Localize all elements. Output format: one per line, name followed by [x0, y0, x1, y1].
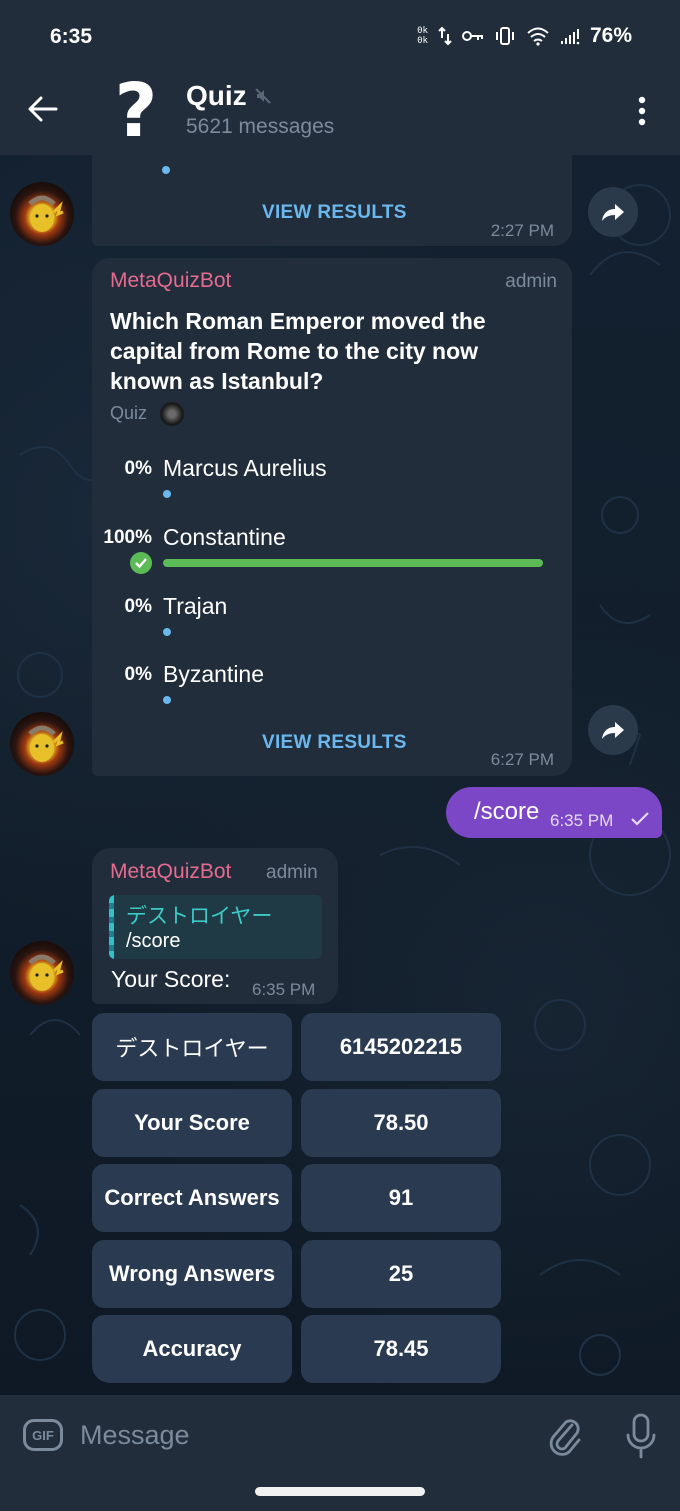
- sender-name[interactable]: MetaQuizBot: [110, 860, 231, 884]
- option-percent: 100%: [103, 527, 152, 548]
- keyboard-button[interactable]: Your Score: [92, 1088, 292, 1157]
- outgoing-message[interactable]: /score 6:35 PM: [446, 787, 662, 838]
- more-options-icon[interactable]: [634, 96, 650, 126]
- message-text: Your Score:: [111, 966, 231, 992]
- bot-avatar[interactable]: [10, 182, 74, 246]
- forward-icon: [602, 204, 624, 221]
- poll-type-label: Quiz: [110, 403, 148, 423]
- keyboard-button[interactable]: 78.45: [301, 1315, 501, 1383]
- bot-avatar[interactable]: [10, 712, 74, 776]
- signal-icon: [560, 29, 580, 45]
- pikachu-icon: [28, 954, 64, 991]
- pikachu-icon: [28, 725, 64, 762]
- message-text: /score: [474, 798, 540, 825]
- chat-avatar[interactable]: ?: [108, 74, 164, 148]
- vote-bar-empty: [162, 166, 170, 174]
- sender-name[interactable]: MetaQuizBot: [110, 269, 231, 293]
- admin-badge: admin: [266, 862, 318, 883]
- sent-check-icon: [631, 812, 649, 826]
- pikachu-icon: [28, 195, 64, 232]
- vote-bar: [163, 559, 543, 567]
- keyboard-button[interactable]: 25: [301, 1239, 501, 1308]
- chat-title: Quiz: [186, 80, 247, 111]
- message-input[interactable]: [80, 1415, 520, 1455]
- reply-quote[interactable]: デストロイヤー /score: [109, 895, 322, 959]
- message-count: 5621 messages: [186, 115, 335, 138]
- keyboard-button[interactable]: Correct Answers: [92, 1164, 292, 1232]
- bot-avatar[interactable]: [10, 941, 74, 1005]
- vibrate-icon: [495, 27, 514, 45]
- forward-button[interactable]: [588, 187, 638, 237]
- attach-icon[interactable]: [548, 1415, 584, 1457]
- status-icons: 0k 0k 76%: [417, 24, 632, 48]
- keyboard-button[interactable]: 6145202215: [301, 1013, 501, 1081]
- reply-author: デストロイヤー: [126, 904, 273, 928]
- microphone-icon[interactable]: [624, 1411, 658, 1461]
- message-time: 6:35 PM: [550, 811, 614, 830]
- message-time: 2:27 PM: [490, 221, 554, 240]
- voter-avatar: [160, 402, 184, 426]
- option-text: Trajan: [163, 593, 228, 619]
- vpn-key-icon: [461, 31, 483, 41]
- reply-stripe: [109, 895, 114, 959]
- top-bar: 6:35 0k 0k 76% ? Quiz 5621 messages: [0, 0, 680, 155]
- back-arrow-icon[interactable]: [26, 92, 60, 126]
- chat-title-row[interactable]: Quiz: [186, 80, 271, 112]
- keyboard-button[interactable]: Wrong Answers: [92, 1239, 292, 1308]
- reply-text: /score: [126, 930, 181, 952]
- status-time: 6:35: [50, 25, 93, 48]
- option-percent: 0%: [124, 664, 152, 685]
- message-time: 6:27 PM: [490, 750, 554, 769]
- gif-button[interactable]: GIF: [23, 1419, 63, 1451]
- keyboard-button[interactable]: 91: [301, 1164, 501, 1232]
- forward-icon: [602, 722, 624, 739]
- keyboard-button[interactable]: Accuracy: [92, 1315, 292, 1383]
- prev-poll-bubble: VIEW RESULTS 2:27 PM: [92, 140, 572, 246]
- correct-check-icon: [130, 552, 152, 574]
- admin-badge: admin: [505, 271, 557, 292]
- message-time: 6:35 PM: [252, 980, 316, 999]
- home-indicator[interactable]: [255, 1487, 425, 1496]
- option-text: Constantine: [163, 524, 286, 550]
- forward-button[interactable]: [588, 705, 638, 755]
- keyboard-button[interactable]: デストロイヤー: [92, 1013, 292, 1081]
- battery-level: 76%: [589, 24, 632, 47]
- vote-bar-empty: [163, 696, 171, 704]
- vote-bar-empty: [163, 490, 171, 498]
- keyboard-button[interactable]: 78.50: [301, 1088, 501, 1157]
- poll-question: Which Roman Emperor moved the capital fr…: [110, 308, 486, 394]
- view-results-button[interactable]: VIEW RESULTS: [262, 202, 407, 224]
- vote-bar-empty: [163, 628, 171, 636]
- data-transfer-icon: [438, 26, 452, 46]
- message-composer: GIF: [0, 1395, 680, 1511]
- option-text: Marcus Aurelius: [163, 455, 327, 481]
- option-text: Byzantine: [163, 661, 265, 687]
- wifi-icon: [527, 27, 549, 46]
- muted-icon: [254, 88, 271, 104]
- view-results-button[interactable]: VIEW RESULTS: [262, 732, 407, 754]
- net-speed: 0k 0k: [417, 26, 428, 46]
- option-percent: 0%: [124, 458, 152, 479]
- option-percent: 0%: [124, 596, 152, 617]
